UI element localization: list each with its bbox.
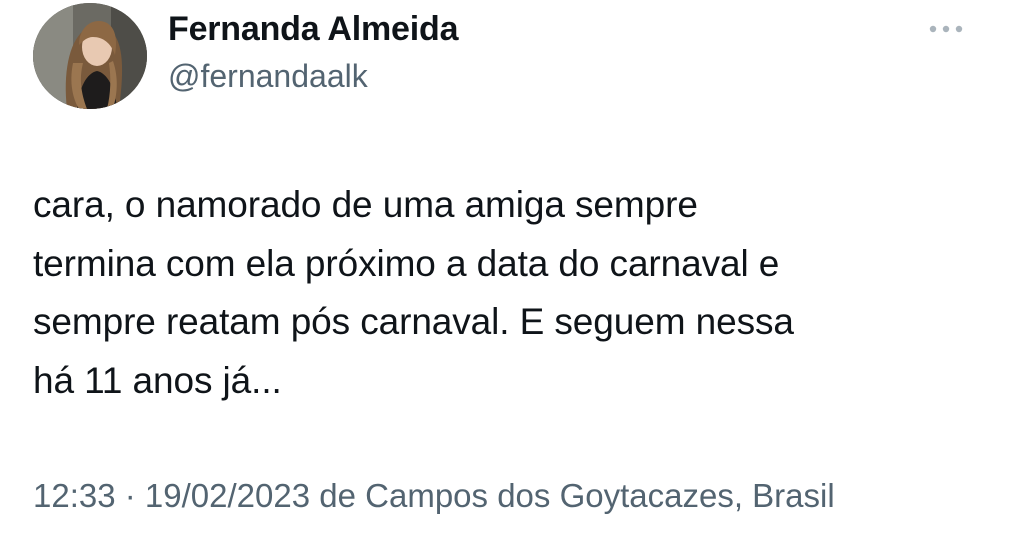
tweet-date[interactable]: 19/02/2023 xyxy=(145,477,310,514)
author-handle[interactable]: @fernandaalk xyxy=(168,58,368,95)
location-prefix: de xyxy=(310,477,366,514)
author-display-name[interactable]: Fernanda Almeida xyxy=(168,10,458,49)
tweet-text: cara, o namorado de uma amiga sempre ter… xyxy=(33,184,794,401)
profile-photo-icon xyxy=(33,3,147,109)
more-horizontal-icon xyxy=(929,25,963,33)
author-avatar[interactable] xyxy=(33,3,147,109)
tweet-metadata: 12:33 · 19/02/2023 de Campos dos Goytaca… xyxy=(33,477,835,515)
tweet-card: Fernanda Almeida @fernandaalk cara, o na… xyxy=(0,0,1024,538)
more-options-button[interactable] xyxy=(922,14,970,44)
tweet-location[interactable]: Campos dos Goytacazes, Brasil xyxy=(365,477,835,514)
tweet-time[interactable]: 12:33 xyxy=(33,477,116,514)
meta-separator: · xyxy=(115,477,145,514)
